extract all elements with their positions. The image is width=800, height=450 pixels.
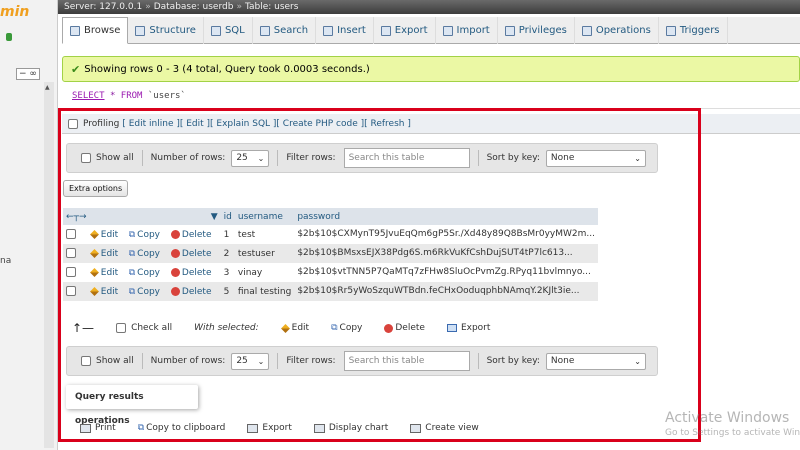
- tab-browse[interactable]: Browse: [62, 17, 129, 44]
- navigation-sidebar: min − ∞ na ▲: [0, 0, 58, 450]
- tab-label: Triggers: [679, 25, 720, 36]
- tab-operations[interactable]: Operations: [575, 17, 659, 44]
- checkmark-icon: ✔: [71, 62, 81, 76]
- export-icon: [380, 25, 391, 36]
- breadcrumb-server[interactable]: Server: 127.0.0.1: [64, 2, 142, 12]
- breadcrumb: Server: 127.0.0.1» Database: userdb» Table…: [58, 0, 800, 14]
- tab-label: Insert: [337, 25, 366, 36]
- scroll-up-icon[interactable]: ▲: [45, 84, 50, 91]
- activate-windows-watermark: Activate Windows Go to Settings to activ…: [665, 410, 800, 438]
- sql-icon: [210, 25, 221, 36]
- breadcrumb-database[interactable]: Database: userdb: [154, 2, 234, 12]
- table-tabs: Browse Structure SQL Search Insert Expor…: [62, 17, 800, 44]
- tab-label: Operations: [595, 25, 651, 36]
- operations-icon: [581, 25, 592, 36]
- sidebar-text-fragment: na: [0, 256, 12, 266]
- sql-table-name: `users`: [147, 91, 186, 101]
- sql-from-keyword: FROM: [120, 91, 143, 101]
- tab-import[interactable]: Import: [436, 17, 498, 44]
- tab-structure[interactable]: Structure: [128, 17, 204, 44]
- tab-triggers[interactable]: Triggers: [659, 17, 728, 44]
- phpmyadmin-logo[interactable]: min: [0, 4, 29, 20]
- sql-star: *: [109, 91, 116, 101]
- tab-label: Search: [273, 25, 309, 36]
- home-icon[interactable]: [6, 33, 12, 41]
- tab-label: Privileges: [518, 25, 567, 36]
- structure-icon: [135, 25, 146, 36]
- highlight-annotation-box: [58, 108, 701, 442]
- browse-icon: [70, 25, 80, 36]
- tab-label: SQL: [224, 25, 245, 36]
- triggers-icon: [665, 25, 676, 36]
- collapse-link-button[interactable]: − ∞: [16, 68, 40, 80]
- success-message: ✔ Showing rows 0 - 3 (4 total, Query too…: [62, 56, 800, 82]
- watermark-subtitle: Go to Settings to activate Windows.: [665, 428, 800, 438]
- success-message-text: Showing rows 0 - 3 (4 total, Query took …: [84, 63, 370, 75]
- tab-label: Browse: [84, 25, 121, 36]
- privileges-icon: [504, 25, 515, 36]
- import-icon: [442, 25, 453, 36]
- breadcrumb-separator: »: [236, 2, 242, 12]
- sql-query-display: SELECT * FROM `users`: [72, 91, 186, 101]
- tab-sql[interactable]: SQL: [204, 17, 253, 44]
- tab-privileges[interactable]: Privileges: [498, 17, 575, 44]
- breadcrumb-table[interactable]: Table: users: [245, 2, 299, 12]
- tab-label: Structure: [149, 25, 196, 36]
- tab-label: Import: [456, 25, 490, 36]
- sidebar-scrollbar[interactable]: ▲: [44, 82, 54, 448]
- tab-search[interactable]: Search: [253, 17, 317, 44]
- insert-icon: [323, 25, 334, 36]
- watermark-title: Activate Windows: [665, 410, 790, 426]
- breadcrumb-separator: »: [145, 2, 151, 12]
- tab-insert[interactable]: Insert: [316, 17, 374, 44]
- tab-export[interactable]: Export: [374, 17, 436, 44]
- tab-label: Export: [394, 25, 428, 36]
- sql-select-keyword[interactable]: SELECT: [72, 91, 105, 101]
- search-icon: [259, 25, 270, 36]
